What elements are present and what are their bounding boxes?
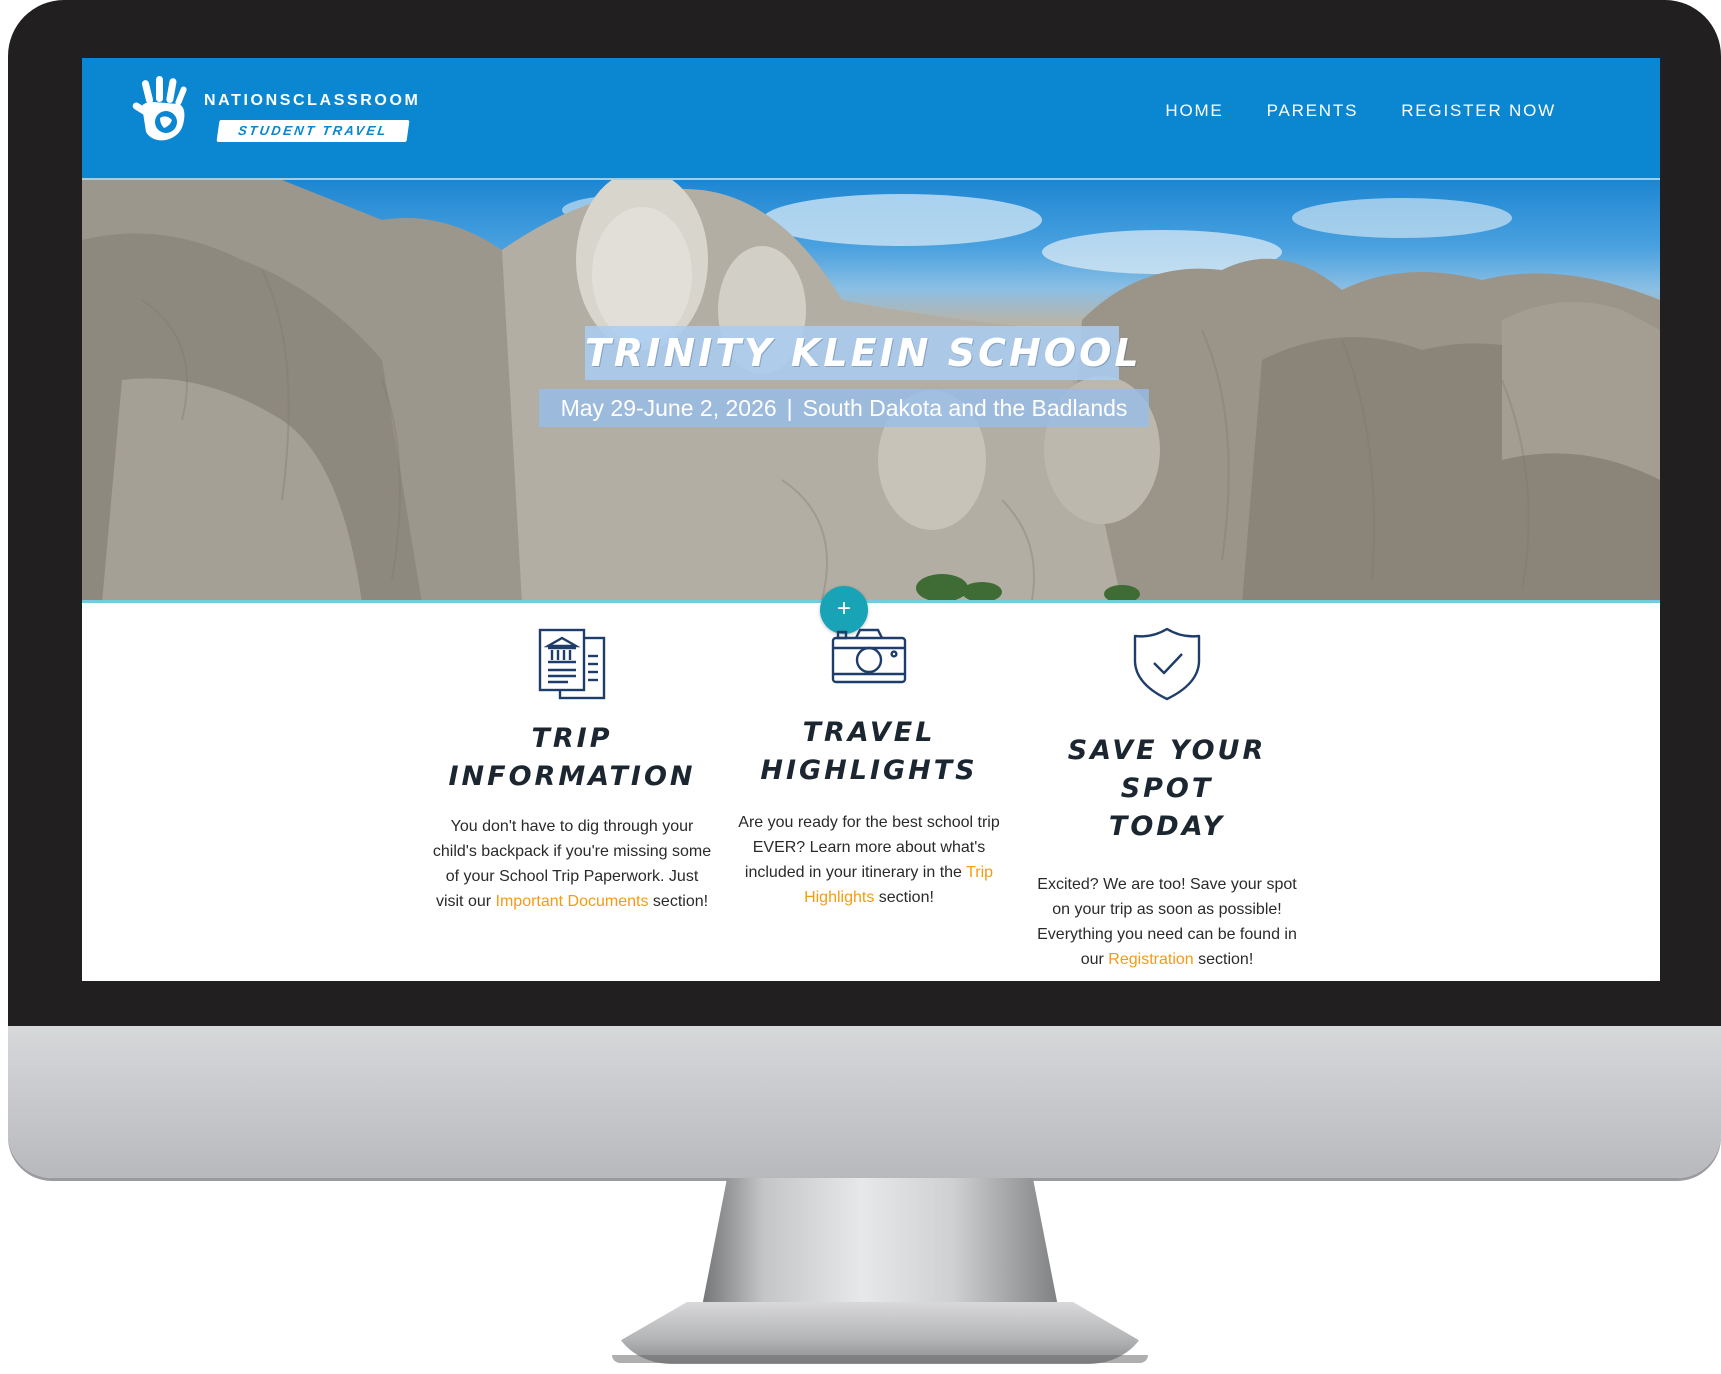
hand-logo-icon — [132, 76, 187, 141]
feature-text: You don't have to dig through your child… — [432, 818, 712, 910]
feature-text: Are you ready for the best school trip E… — [738, 814, 1000, 906]
logo-name: NATIONSCLASSROOM — [204, 92, 421, 109]
camera-icon — [831, 628, 907, 684]
trip-dates: May 29-June 2, 2026 — [560, 395, 777, 421]
monitor: NATIONSCLASSROOM STUDENT TRAVEL HOME PAR… — [8, 0, 1721, 1364]
site-header: NATIONSCLASSROOM STUDENT TRAVEL HOME PAR… — [82, 58, 1660, 180]
hero-title: TRINITY KLEIN SCHOOL — [585, 326, 1139, 380]
feature-save-your-spot: SAVE YOUR SPOT TODAY Excited? We are too!… — [1027, 626, 1307, 972]
feature-title: TRIP INFORMATION — [448, 723, 696, 792]
monitor-chin — [8, 1026, 1721, 1178]
feature-text: Excited? We are too! Save your spot on y… — [1037, 876, 1297, 968]
nav-register-now[interactable]: REGISTER NOW — [1401, 101, 1556, 121]
feature-travel-highlights: TRAVEL HIGHLIGHTS Are you ready for the b… — [729, 626, 1009, 910]
hero-subtitle: May 29-June 2, 2026 | South Dakota and the… — [539, 389, 1149, 427]
feature-title: TRAVEL HIGHLIGHTS — [760, 717, 978, 786]
shield-check-icon — [1133, 627, 1201, 701]
subtitle-separator: | — [786, 395, 793, 421]
logo-tagline: STUDENT TRAVEL — [216, 120, 410, 142]
monitor-stand-edge — [612, 1355, 1148, 1363]
nav-parents[interactable]: PARENTS — [1267, 101, 1359, 121]
trip-destination: South Dakota and the Badlands — [802, 395, 1128, 421]
plus-icon: + — [836, 595, 851, 622]
important-documents-link[interactable]: Important Documents — [496, 893, 649, 910]
main-nav: HOME PARENTS REGISTER NOW — [1165, 101, 1556, 121]
nav-home[interactable]: HOME — [1165, 101, 1223, 121]
registration-link[interactable]: Registration — [1108, 951, 1193, 968]
feature-trip-information: TRIP INFORMATION You don't have to dig th… — [432, 626, 712, 914]
site-logo[interactable]: NATIONSCLASSROOM STUDENT TRAVEL — [130, 76, 430, 156]
documents-icon — [538, 628, 606, 700]
feature-title: SAVE YOUR SPOT TODAY — [1067, 735, 1267, 842]
monitor-screen: NATIONSCLASSROOM STUDENT TRAVEL HOME PAR… — [82, 58, 1660, 981]
hero-banner: TRINITY KLEIN SCHOOL May 29-June 2, 2026… — [82, 180, 1660, 603]
